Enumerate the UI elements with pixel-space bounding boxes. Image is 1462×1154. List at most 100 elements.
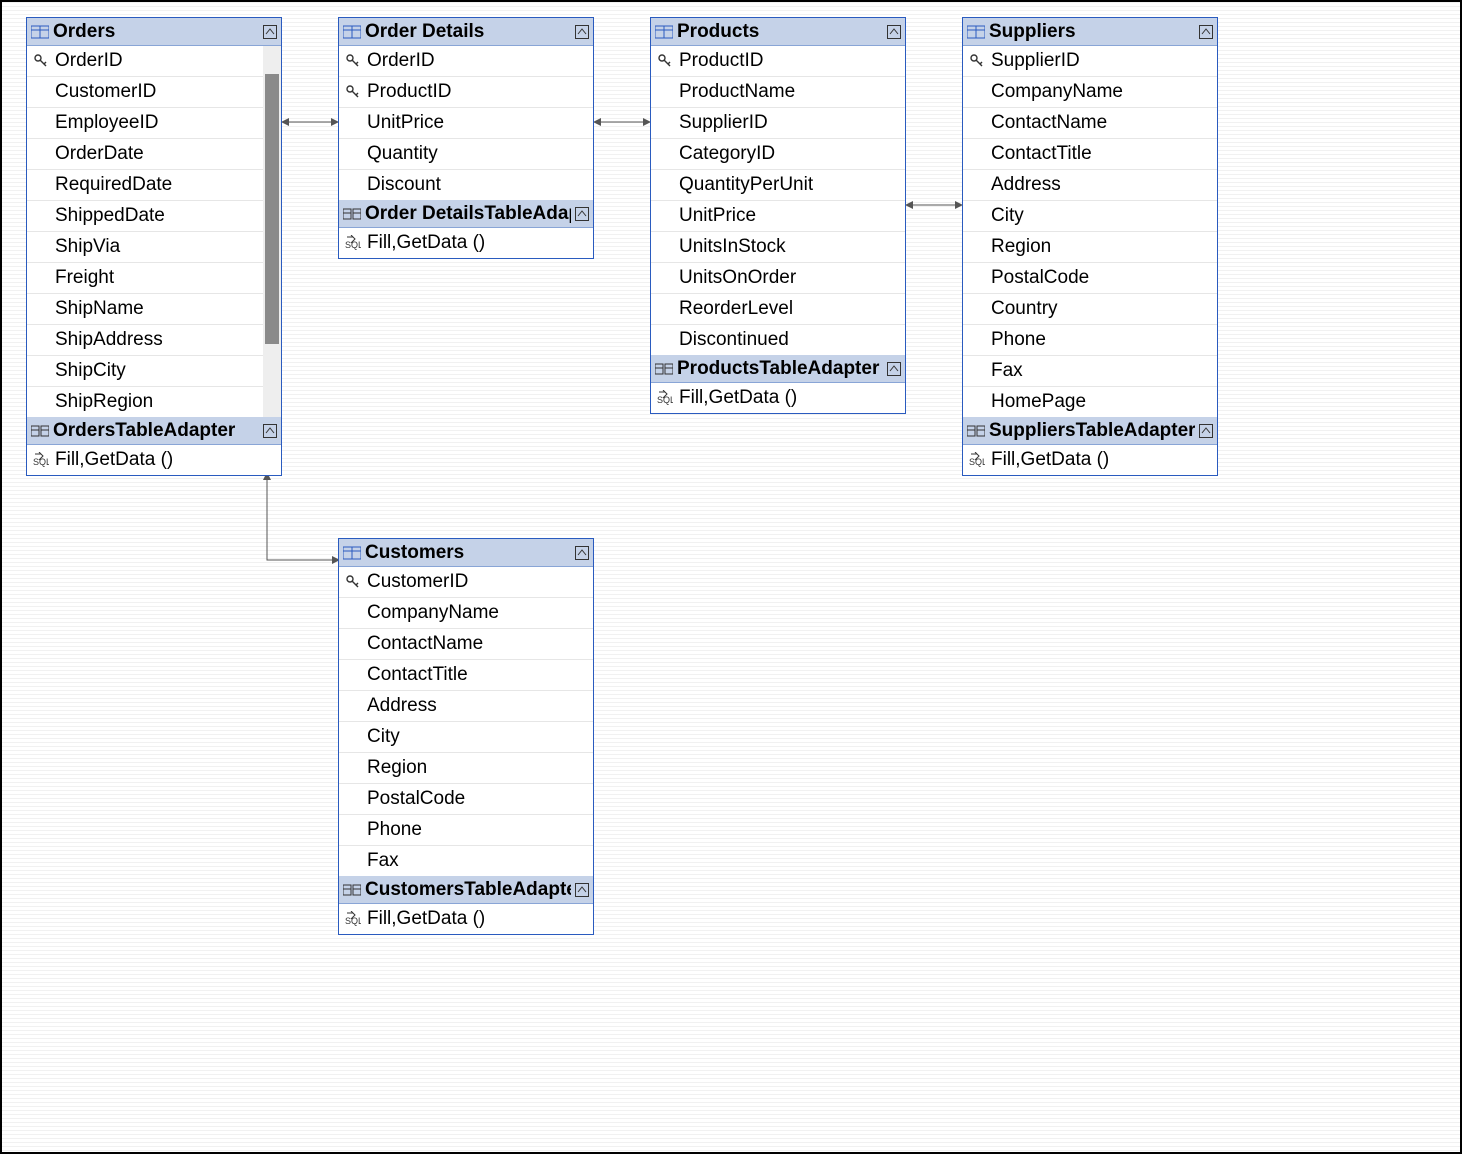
column-row[interactable]: Address	[339, 691, 593, 722]
table-suppliers[interactable]: Suppliers SupplierIDCompanyNameContactNa…	[962, 17, 1218, 476]
column-row[interactable]: Address	[963, 170, 1217, 201]
collapse-icon[interactable]	[887, 362, 901, 376]
column-row[interactable]: Phone	[963, 325, 1217, 356]
adapter-method-row[interactable]: SQL Fill,GetData ()	[651, 383, 905, 413]
column-row[interactable]: UnitPrice	[651, 201, 905, 232]
column-row[interactable]: Discount	[339, 170, 593, 200]
primary-key-icon	[657, 54, 673, 68]
adapter-method-row[interactable]: SQL Fill,GetData ()	[963, 445, 1217, 475]
table-order-details[interactable]: Order Details OrderIDProductIDUnitPriceQ…	[338, 17, 594, 259]
column-name: ShipAddress	[55, 329, 275, 351]
column-row[interactable]: CompanyName	[963, 77, 1217, 108]
column-name: HomePage	[991, 391, 1211, 413]
column-row[interactable]: Freight	[27, 263, 281, 294]
column-row[interactable]: ProductID	[651, 46, 905, 77]
collapse-icon[interactable]	[263, 424, 277, 438]
tableadapter-icon	[967, 423, 985, 439]
column-row[interactable]: City	[339, 722, 593, 753]
column-row[interactable]: CustomerID	[339, 567, 593, 598]
column-row[interactable]: SupplierID	[651, 108, 905, 139]
collapse-icon[interactable]	[575, 883, 589, 897]
adapter-header[interactable]: OrdersTableAdapter	[27, 417, 281, 445]
column-row[interactable]: OrderDate	[27, 139, 281, 170]
adapter-header[interactable]: SuppliersTableAdapter	[963, 417, 1217, 445]
column-row[interactable]: Region	[963, 232, 1217, 263]
column-name: UnitPrice	[679, 205, 899, 227]
collapse-icon[interactable]	[263, 25, 277, 39]
column-name: SupplierID	[679, 112, 899, 134]
column-row[interactable]: PostalCode	[963, 263, 1217, 294]
adapter-method-row[interactable]: SQL Fill,GetData ()	[27, 445, 281, 475]
column-row[interactable]: ShipVia	[27, 232, 281, 263]
column-row[interactable]: Quantity	[339, 139, 593, 170]
column-row[interactable]: ShipName	[27, 294, 281, 325]
column-row[interactable]: ContactTitle	[963, 139, 1217, 170]
column-row[interactable]: ProductName	[651, 77, 905, 108]
column-row[interactable]: ShipAddress	[27, 325, 281, 356]
column-row[interactable]: ContactName	[963, 108, 1217, 139]
adapter-method: Fill,GetData ()	[367, 908, 587, 930]
table-header[interactable]: Customers	[339, 539, 593, 567]
datatable-icon	[655, 24, 673, 40]
column-row[interactable]: ShippedDate	[27, 201, 281, 232]
column-row[interactable]: Phone	[339, 815, 593, 846]
column-row[interactable]: UnitsInStock	[651, 232, 905, 263]
column-row[interactable]: ContactName	[339, 629, 593, 660]
column-row[interactable]: RequiredDate	[27, 170, 281, 201]
column-row[interactable]: UnitsOnOrder	[651, 263, 905, 294]
column-row[interactable]: OrderID	[339, 46, 593, 77]
column-row[interactable]: PostalCode	[339, 784, 593, 815]
table-title: Order Details	[365, 21, 571, 43]
column-row[interactable]: Fax	[963, 356, 1217, 387]
collapse-icon[interactable]	[575, 546, 589, 560]
adapter-header[interactable]: CustomersTableAdapter	[339, 876, 593, 904]
adapter-method: Fill,GetData ()	[367, 232, 587, 254]
scrollbar[interactable]	[263, 46, 281, 417]
column-row[interactable]: Region	[339, 753, 593, 784]
column-row[interactable]: Discontinued	[651, 325, 905, 355]
column-row[interactable]: CompanyName	[339, 598, 593, 629]
adapter-method-row[interactable]: SQL Fill,GetData ()	[339, 228, 593, 258]
column-row[interactable]: EmployeeID	[27, 108, 281, 139]
adapter-header[interactable]: Order DetailsTableAdapter	[339, 200, 593, 228]
column-row[interactable]: ReorderLevel	[651, 294, 905, 325]
table-customers[interactable]: Customers CustomerIDCompanyNameContactNa…	[338, 538, 594, 935]
adapter-method-row[interactable]: SQL Fill,GetData ()	[339, 904, 593, 934]
table-header[interactable]: Products	[651, 18, 905, 46]
column-row[interactable]: HomePage	[963, 387, 1217, 417]
datatable-icon	[343, 545, 361, 561]
column-row[interactable]: CustomerID	[27, 77, 281, 108]
collapse-icon[interactable]	[1199, 25, 1213, 39]
column-row[interactable]: ShipCity	[27, 356, 281, 387]
collapse-icon[interactable]	[1199, 424, 1213, 438]
table-title: Suppliers	[989, 21, 1195, 43]
table-header[interactable]: Suppliers	[963, 18, 1217, 46]
primary-key-icon	[345, 575, 361, 589]
column-row[interactable]: ProductID	[339, 77, 593, 108]
adapter-header[interactable]: ProductsTableAdapter	[651, 355, 905, 383]
primary-key-icon	[345, 85, 361, 99]
column-row[interactable]: CategoryID	[651, 139, 905, 170]
table-header[interactable]: Order Details	[339, 18, 593, 46]
column-row[interactable]: ContactTitle	[339, 660, 593, 691]
column-row[interactable]: QuantityPerUnit	[651, 170, 905, 201]
column-row[interactable]: Country	[963, 294, 1217, 325]
column-row[interactable]: City	[963, 201, 1217, 232]
table-title: Orders	[53, 21, 259, 43]
column-name: PostalCode	[991, 267, 1211, 289]
collapse-icon[interactable]	[575, 25, 589, 39]
column-row[interactable]: SupplierID	[963, 46, 1217, 77]
column-row[interactable]: ShipRegion	[27, 387, 281, 417]
column-name: Country	[991, 298, 1211, 320]
column-row[interactable]: Fax	[339, 846, 593, 876]
table-products[interactable]: Products ProductIDProductName SupplierID C…	[650, 17, 906, 414]
table-header[interactable]: Orders	[27, 18, 281, 46]
column-name: Region	[991, 236, 1211, 258]
collapse-icon[interactable]	[887, 25, 901, 39]
collapse-icon[interactable]	[575, 207, 589, 221]
column-row[interactable]: UnitPrice	[339, 108, 593, 139]
table-orders[interactable]: Orders OrderIDCustomerIDEmployeeIDOrderD…	[26, 17, 282, 476]
column-row[interactable]: OrderID	[27, 46, 281, 77]
dataset-designer-canvas[interactable]: Orders OrderIDCustomerIDEmployeeIDOrderD…	[0, 0, 1462, 1154]
column-name: City	[367, 726, 587, 748]
